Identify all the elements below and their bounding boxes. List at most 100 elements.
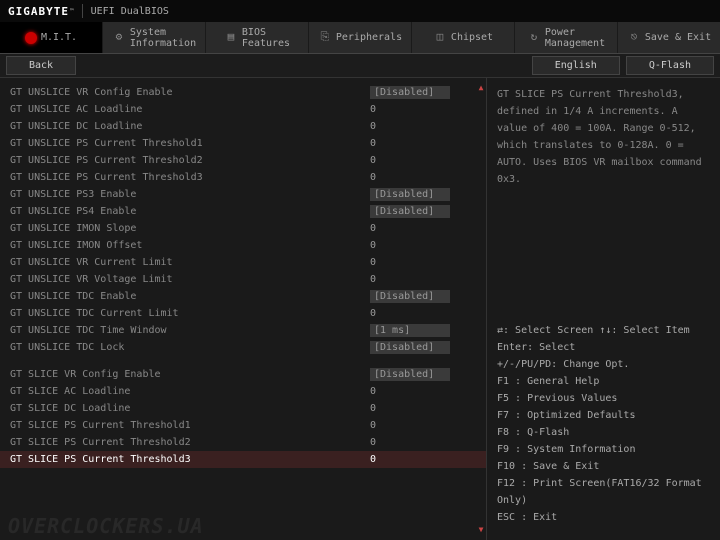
tab-sysinfo[interactable]: ⚙ System Information (103, 22, 206, 53)
tab-mit[interactable]: M.I.T. (0, 22, 103, 53)
key-hint: +/-/PU/PD: Change Opt. (497, 356, 710, 373)
key-hint: F8 : Q-Flash (497, 424, 710, 441)
key-hint: ESC : Exit (497, 509, 710, 526)
setting-value: 0 (370, 138, 476, 149)
divider (82, 4, 83, 18)
setting-value: 0 (370, 386, 476, 397)
setting-row[interactable]: GT SLICE PS Current Threshold30 (0, 451, 486, 468)
setting-row[interactable]: GT UNSLICE TDC Current Limit0 (0, 305, 486, 322)
setting-value: [Disabled] (370, 188, 450, 201)
setting-key: GT UNSLICE TDC Enable (10, 291, 370, 302)
setting-key: GT SLICE PS Current Threshold1 (10, 420, 370, 431)
tab-label: Power Management (545, 27, 605, 49)
setting-value: [Disabled] (370, 341, 450, 354)
key-hint: F10 : Save & Exit (497, 458, 710, 475)
setting-key: GT UNSLICE PS Current Threshold3 (10, 172, 370, 183)
scroll-down-icon[interactable]: ▼ (477, 526, 485, 534)
sysinfo-icon: ⚙ (112, 31, 126, 45)
setting-row[interactable]: GT UNSLICE PS4 Enable[Disabled] (0, 203, 486, 220)
brand-logo: GIGABYTE (8, 5, 69, 18)
setting-value: 0 (370, 257, 476, 268)
back-button[interactable]: Back (6, 56, 76, 75)
setting-key: GT UNSLICE VR Voltage Limit (10, 274, 370, 285)
setting-row[interactable]: GT UNSLICE VR Voltage Limit0 (0, 271, 486, 288)
setting-value: 0 (370, 308, 476, 319)
power-icon: ↻ (527, 31, 541, 45)
key-hint: F1 : General Help (497, 373, 710, 390)
setting-value: [Disabled] (370, 368, 450, 381)
help-panel: GT SLICE PS Current Threshold3, defined … (486, 78, 720, 540)
key-hint: Enter: Select (497, 339, 710, 356)
setting-row[interactable]: GT UNSLICE IMON Slope0 (0, 220, 486, 237)
key-hint: F7 : Optimized Defaults (497, 407, 710, 424)
tab-save[interactable]: ⎋ Save & Exit (618, 22, 720, 53)
tab-periph[interactable]: ⎘Peripherals (309, 22, 412, 53)
key-hints: ⇄: Select Screen ↑↓: Select ItemEnter: S… (497, 322, 710, 532)
setting-value: [Disabled] (370, 290, 450, 303)
setting-row[interactable]: GT UNSLICE PS3 Enable[Disabled] (0, 186, 486, 203)
language-button[interactable]: English (532, 56, 620, 75)
setting-row[interactable]: GT SLICE PS Current Threshold20 (0, 434, 486, 451)
tab-chipset[interactable]: ◫Chipset (412, 22, 515, 53)
title-bar: GIGABYTE™ UEFI DualBIOS (0, 0, 720, 22)
tab-label: Peripherals (336, 32, 402, 43)
setting-row[interactable]: GT UNSLICE IMON Offset0 (0, 237, 486, 254)
setting-value: 0 (370, 420, 476, 431)
setting-value: [Disabled] (370, 86, 450, 99)
setting-value: 0 (370, 454, 476, 465)
key-hint: ⇄: Select Screen ↑↓: Select Item (497, 322, 710, 339)
setting-key: GT SLICE PS Current Threshold2 (10, 437, 370, 448)
main-area: GT UNSLICE VR Config Enable[Disabled]GT … (0, 78, 720, 540)
setting-value: [1 ms] (370, 324, 450, 337)
setting-key: GT SLICE DC Loadline (10, 403, 370, 414)
setting-row[interactable]: GT UNSLICE PS Current Threshold30 (0, 169, 486, 186)
setting-value: 0 (370, 240, 476, 251)
setting-key: GT UNSLICE TDC Lock (10, 342, 370, 353)
setting-value: 0 (370, 437, 476, 448)
action-bar: Back English Q-Flash (0, 54, 720, 78)
setting-row[interactable]: GT UNSLICE VR Current Limit0 (0, 254, 486, 271)
setting-row[interactable]: GT UNSLICE PS Current Threshold10 (0, 135, 486, 152)
setting-key: GT UNSLICE VR Config Enable (10, 87, 370, 98)
setting-value: 0 (370, 121, 476, 132)
setting-row[interactable]: GT UNSLICE TDC Time Window[1 ms] (0, 322, 486, 339)
setting-row[interactable]: GT SLICE DC Loadline0 (0, 400, 486, 417)
setting-key: GT UNSLICE PS3 Enable (10, 189, 370, 200)
scrollbar[interactable]: ▲ ▼ (477, 84, 485, 534)
setting-key: GT UNSLICE VR Current Limit (10, 257, 370, 268)
setting-key: GT UNSLICE IMON Slope (10, 223, 370, 234)
setting-value: 0 (370, 172, 476, 183)
setting-value: [Disabled] (370, 205, 450, 218)
settings-list[interactable]: GT UNSLICE VR Config Enable[Disabled]GT … (0, 78, 486, 540)
setting-key: GT SLICE PS Current Threshold3 (10, 454, 370, 465)
tab-power[interactable]: ↻ Power Management (515, 22, 618, 53)
setting-value: 0 (370, 155, 476, 166)
setting-row[interactable]: GT UNSLICE VR Config Enable[Disabled] (0, 84, 486, 101)
bios-subtitle: UEFI DualBIOS (91, 6, 169, 17)
setting-key: GT SLICE VR Config Enable (10, 369, 370, 380)
setting-row[interactable]: GT SLICE PS Current Threshold10 (0, 417, 486, 434)
tab-label: System Information (130, 27, 196, 49)
setting-row[interactable]: GT UNSLICE AC Loadline0 (0, 101, 486, 118)
tab-label: Save & Exit (645, 32, 711, 43)
key-hint: F12 : Print Screen(FAT16/32 Format Only) (497, 475, 710, 509)
qflash-button[interactable]: Q-Flash (626, 56, 714, 75)
setting-row[interactable]: GT UNSLICE TDC Enable[Disabled] (0, 288, 486, 305)
trademark: ™ (70, 8, 74, 15)
setting-key: GT UNSLICE IMON Offset (10, 240, 370, 251)
save-icon: ⎋ (627, 31, 641, 45)
setting-key: GT UNSLICE DC Loadline (10, 121, 370, 132)
setting-value: 0 (370, 403, 476, 414)
setting-row[interactable]: GT UNSLICE TDC Lock[Disabled] (0, 339, 486, 356)
scroll-up-icon[interactable]: ▲ (477, 84, 485, 92)
tab-bios[interactable]: ▤BIOS Features (206, 22, 309, 53)
setting-row[interactable]: GT SLICE AC Loadline0 (0, 383, 486, 400)
setting-row[interactable]: GT SLICE VR Config Enable[Disabled] (0, 366, 486, 383)
setting-key: GT UNSLICE TDC Time Window (10, 325, 370, 336)
tab-label: BIOS Features (242, 27, 290, 49)
setting-row[interactable]: GT UNSLICE DC Loadline0 (0, 118, 486, 135)
setting-row[interactable]: GT UNSLICE PS Current Threshold20 (0, 152, 486, 169)
setting-key: GT UNSLICE PS Current Threshold2 (10, 155, 370, 166)
setting-value: 0 (370, 104, 476, 115)
setting-key: GT UNSLICE PS Current Threshold1 (10, 138, 370, 149)
